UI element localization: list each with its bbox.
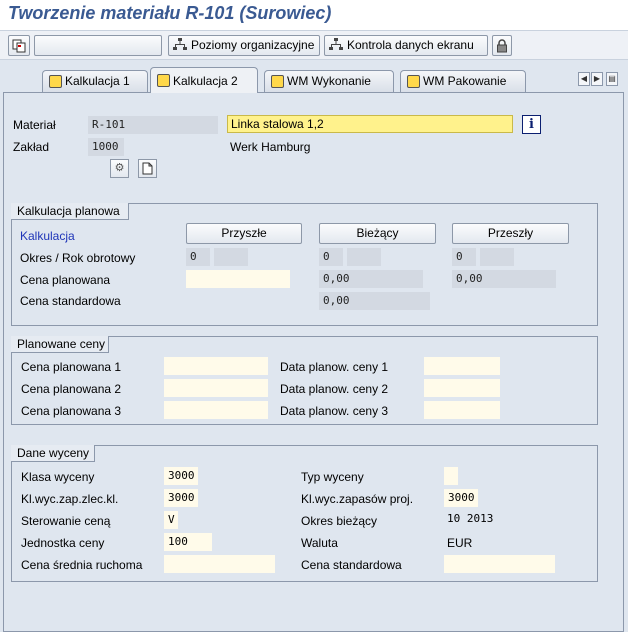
- valuation-standard-price-field[interactable]: [444, 555, 555, 573]
- planned-date-3-label: Data planow. ceny 3: [280, 404, 389, 418]
- org-levels-label: Poziomy organizacyjne: [191, 38, 315, 52]
- valuation-data-title: Dane wyceny: [11, 445, 95, 462]
- disabled-org-icon: ⚙: [114, 162, 125, 174]
- current-planned-price-field[interactable]: 0,00: [319, 270, 423, 288]
- check-icon: [157, 74, 170, 87]
- current-period-value: 10 2013: [447, 512, 494, 525]
- valuation-class-label: Klasa wyceny: [21, 470, 95, 484]
- tab-kalkulacja-2[interactable]: Kalkulacja 2: [150, 67, 258, 93]
- valuation-standard-price-label: Cena standardowa: [301, 558, 402, 572]
- check-data-icon: [329, 38, 343, 50]
- costing-link[interactable]: Kalkulacja: [20, 227, 75, 245]
- planned-price-1-label: Cena planowana 1: [21, 360, 122, 374]
- tab-label: Kalkulacja 1: [65, 74, 130, 88]
- future-period-field[interactable]: 0: [186, 248, 210, 266]
- moving-average-price-label: Cena średnia ruchoma: [21, 558, 143, 572]
- so-valuation-class-label: Kl.wyc.zap.zlec.kl.: [21, 492, 119, 506]
- tab-strip: Kalkulacja 1 Kalkulacja 2 WM Wykonanie W…: [0, 66, 628, 93]
- future-planned-price-field[interactable]: [186, 270, 290, 288]
- so-valuation-class-field[interactable]: 3000: [164, 489, 198, 507]
- previous-year-field[interactable]: [480, 248, 514, 266]
- price-control-label: Sterowanie ceną: [21, 514, 111, 528]
- copy-button[interactable]: [8, 35, 30, 56]
- moving-average-price-field[interactable]: [164, 555, 275, 573]
- check-icon: [271, 75, 284, 88]
- check-icon: [407, 75, 420, 88]
- planned-date-1-label: Data planow. ceny 1: [280, 360, 389, 374]
- tab-label: Kalkulacja 2: [173, 74, 238, 88]
- check-data-label: Kontrola danych ekranu: [347, 38, 474, 52]
- valuation-class-field[interactable]: 3000: [164, 467, 198, 485]
- future-year-field[interactable]: [214, 248, 248, 266]
- price-unit-label: Jednostka ceny: [21, 536, 105, 550]
- current-year-field[interactable]: [347, 248, 381, 266]
- valuation-data-group: Dane wyceny Klasa wyceny 3000 Typ wyceny…: [11, 445, 598, 582]
- price-control-field[interactable]: V: [164, 511, 178, 529]
- application-toolbar: Poziomy organizacyjne Kontrola danych ek…: [0, 30, 628, 60]
- new-document-button[interactable]: [138, 159, 157, 178]
- planned-prices-title: Planowane ceny: [11, 336, 109, 353]
- tab-scroll-right-icon[interactable]: ▶: [591, 72, 603, 86]
- planned-price-label: Cena planowana: [20, 273, 111, 287]
- tab-scroll-left-icon[interactable]: ◀: [578, 72, 590, 86]
- document-icon: [142, 162, 153, 175]
- copy-icon: [12, 39, 26, 53]
- lock-button[interactable]: [492, 35, 512, 56]
- planned-price-3-field[interactable]: [164, 401, 268, 419]
- planned-date-2-field[interactable]: [424, 379, 500, 397]
- planned-costing-group: Kalkulacja planowa Kalkulacja Przyszłe B…: [11, 203, 598, 326]
- project-valuation-class-label: Kl.wyc.zapasów proj.: [301, 492, 414, 506]
- planned-price-3-label: Cena planowana 3: [21, 404, 122, 418]
- info-icon[interactable]: i: [522, 115, 541, 134]
- tab-label: WM Pakowanie: [423, 74, 507, 88]
- lock-icon: [497, 39, 507, 53]
- title-bar: Tworzenie materiału R-101 (Surowiec): [0, 0, 628, 30]
- project-valuation-class-field[interactable]: 3000: [444, 489, 478, 507]
- org-levels-button[interactable]: Poziomy organizacyjne: [168, 35, 320, 56]
- tab-label: WM Wykonanie: [287, 74, 371, 88]
- window-title: Tworzenie materiału R-101 (Surowiec): [8, 3, 332, 23]
- currency-label: Waluta: [301, 536, 338, 550]
- current-period-field[interactable]: 0: [319, 248, 343, 266]
- tab-list-icon[interactable]: ▤: [606, 72, 618, 86]
- tab-kalkulacja-1[interactable]: Kalkulacja 1: [42, 70, 148, 92]
- plant-label: Zakład: [13, 140, 50, 154]
- material-description-field[interactable]: Linka stalowa 1,2: [227, 115, 513, 133]
- planned-price-2-field[interactable]: [164, 379, 268, 397]
- check-screen-data-button[interactable]: Kontrola danych ekranu: [324, 35, 488, 56]
- plant-field[interactable]: 1000: [88, 138, 124, 156]
- current-period-label: Okres bieżący: [301, 514, 378, 528]
- price-unit-field[interactable]: 100: [164, 533, 212, 551]
- tab-wm-wykonanie[interactable]: WM Wykonanie: [264, 70, 394, 92]
- future-button[interactable]: Przyszłe: [186, 223, 302, 244]
- additional-data-button[interactable]: [34, 35, 162, 56]
- previous-button[interactable]: Przeszły: [452, 223, 569, 244]
- tab-wm-pakowanie[interactable]: WM Pakowanie: [400, 70, 526, 92]
- valuation-type-label: Typ wyceny: [301, 470, 364, 484]
- material-label: Materiał: [13, 118, 56, 132]
- planned-costing-title: Kalkulacja planowa: [11, 203, 129, 220]
- org-levels-small-button[interactable]: ⚙: [110, 159, 129, 178]
- planned-prices-group: Planowane ceny Cena planowana 1 Data pla…: [11, 336, 598, 425]
- period-year-label: Okres / Rok obrotowy: [20, 251, 136, 265]
- check-icon: [49, 75, 62, 88]
- plant-description: Werk Hamburg: [230, 140, 311, 154]
- planned-date-2-label: Data planow. ceny 2: [280, 382, 389, 396]
- planned-price-1-field[interactable]: [164, 357, 268, 375]
- current-button[interactable]: Bieżący: [319, 223, 436, 244]
- previous-period-field[interactable]: 0: [452, 248, 476, 266]
- planned-date-1-field[interactable]: [424, 357, 500, 375]
- material-field[interactable]: R-101: [88, 116, 218, 134]
- current-standard-price-field[interactable]: 0,00: [319, 292, 430, 310]
- planned-date-3-field[interactable]: [424, 401, 500, 419]
- standard-price-label: Cena standardowa: [20, 294, 121, 308]
- valuation-type-field[interactable]: [444, 467, 458, 485]
- tab-content-panel: Materiał R-101 Linka stalowa 1,2 i Zakła…: [3, 92, 624, 632]
- planned-price-2-label: Cena planowana 2: [21, 382, 122, 396]
- currency-value: EUR: [447, 536, 473, 550]
- previous-planned-price-field[interactable]: 0,00: [452, 270, 556, 288]
- org-structure-icon: [173, 38, 187, 50]
